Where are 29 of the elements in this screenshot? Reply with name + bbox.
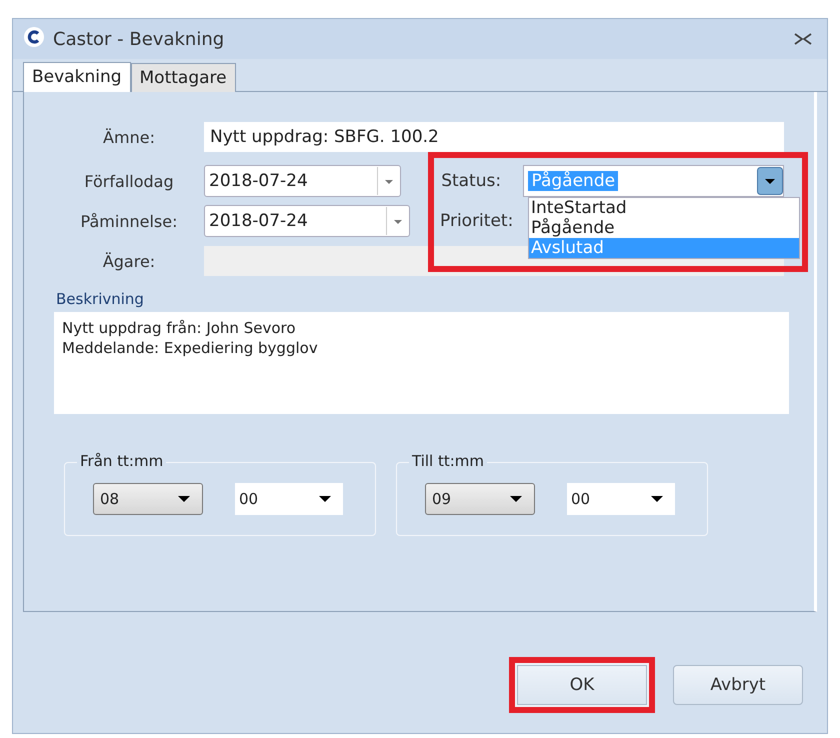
description-line: Meddelande: Expediering bygglov <box>62 338 319 358</box>
dropdown-arrow-icon[interactable] <box>510 495 522 503</box>
dropdown-arrow-icon[interactable] <box>178 495 190 503</box>
status-option[interactable]: InteStartad <box>529 198 799 218</box>
subject-field[interactable]: Nytt uppdrag: SBFG. 100.2 <box>204 122 784 152</box>
status-option[interactable]: Pågående <box>529 218 799 238</box>
dropdown-arrow-icon[interactable] <box>651 495 663 503</box>
description-field[interactable]: Nytt uppdrag från: John Sevoro Meddelande: Expediering bygglov <box>54 312 789 414</box>
description-line: Nytt uppdrag från: John Sevoro <box>62 318 297 338</box>
minute-dropdown[interactable]: 00 <box>567 483 675 515</box>
window-title: Castor - Bevakning <box>53 28 224 50</box>
reminder-date-field[interactable]: 2018-07-24 <box>204 205 410 237</box>
field-label: Beskrivning <box>55 290 145 308</box>
hour-dropdown[interactable]: 09 <box>425 483 535 515</box>
field-label: Status: <box>441 171 502 191</box>
field-label: Ägare: <box>102 252 156 270</box>
dropdown-arrow-icon[interactable] <box>319 495 331 503</box>
field-label: Prioritet: <box>440 211 514 231</box>
close-icon[interactable] <box>793 32 813 46</box>
due-date-field[interactable]: 2018-07-24 <box>204 165 402 197</box>
tab[interactable]: Bevakning <box>23 62 131 92</box>
tab[interactable]: Mottagare <box>130 63 236 92</box>
minute-dropdown[interactable]: 00 <box>235 483 343 515</box>
hour-dropdown[interactable]: 08 <box>93 483 203 515</box>
field-label: Förfallodag <box>83 172 175 190</box>
dialog-button[interactable]: Avbryt <box>673 664 803 704</box>
field-label: Ämne: <box>102 128 156 146</box>
field-label: Påminnelse: <box>80 212 178 230</box>
dialog-button[interactable]: OK <box>509 656 655 712</box>
